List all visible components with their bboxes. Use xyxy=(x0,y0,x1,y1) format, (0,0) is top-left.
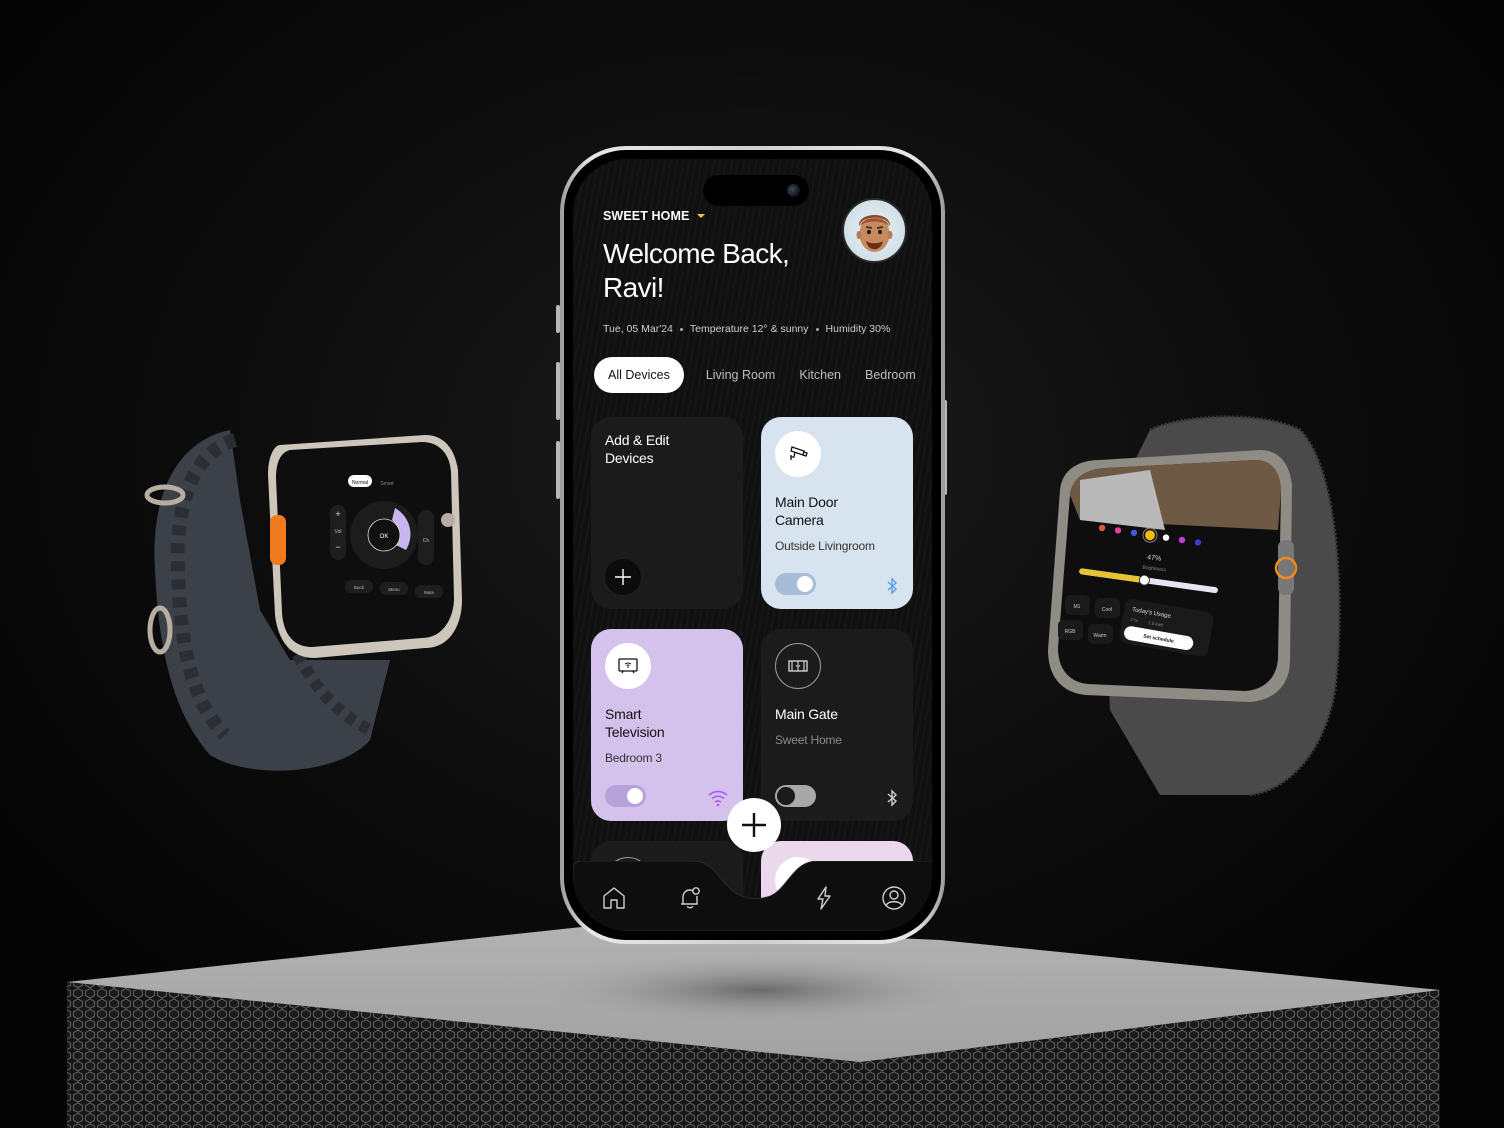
mode-normal-label: Normal xyxy=(352,480,368,486)
device-power-toggle[interactable] xyxy=(775,785,816,807)
device-power-toggle[interactable] xyxy=(605,785,646,807)
color-swatch[interactable] xyxy=(1162,534,1170,541)
preset-m1: M1 xyxy=(1074,604,1081,610)
welcome-line-2: Ravi! xyxy=(603,272,664,303)
avatar[interactable] xyxy=(842,198,907,263)
card-title: Add & Edit Devices xyxy=(605,432,670,466)
home-selector-label: SWEET HOME xyxy=(603,209,690,223)
front-camera xyxy=(787,184,800,197)
device-name: Smart Television xyxy=(605,706,665,740)
dynamic-island xyxy=(703,175,809,206)
notification-bell-icon xyxy=(681,887,700,909)
device-location: Bedroom 3 xyxy=(605,751,662,765)
welcome-heading: Welcome Back, Ravi! xyxy=(603,237,790,305)
watch-right-light-control: 47% Brightness M1 Cool RGB Warm Today's … xyxy=(1048,415,1341,797)
color-swatch[interactable] xyxy=(1098,524,1106,532)
date-text: Tue, 05 Mar'24 xyxy=(603,323,673,335)
nav-home[interactable] xyxy=(601,885,627,916)
wifi-icon xyxy=(708,790,728,807)
plus-icon xyxy=(742,813,766,837)
cctv-camera-icon xyxy=(790,446,808,460)
add-edit-devices-card[interactable]: Add & Edit Devices xyxy=(591,417,743,609)
phone-screen: SWEET HOME Welcome Back, Ravi! Tue, 05 M… xyxy=(573,159,932,931)
device-icon-wrap xyxy=(605,643,651,689)
separator-dot xyxy=(815,327,819,331)
pedestal-front-left xyxy=(67,982,860,1128)
bluetooth-icon xyxy=(887,577,898,595)
device-card-main-gate[interactable]: Main Gate Sweet Home xyxy=(761,629,913,821)
vol-label: Vol xyxy=(335,529,342,535)
smart-tv-icon xyxy=(618,658,638,674)
preset-cool: Cool xyxy=(1102,607,1112,613)
mute-label: Mute xyxy=(424,590,435,595)
temperature-text: Temperature 12° & sunny xyxy=(689,323,809,335)
add-device-button[interactable] xyxy=(605,559,641,595)
device-name: Main Door Camera xyxy=(775,494,838,528)
nav-notifications[interactable] xyxy=(677,885,703,916)
device-icon-wrap xyxy=(775,643,821,689)
humidity-text: Humidity 30% xyxy=(825,323,891,335)
phone: SWEET HOME Welcome Back, Ravi! Tue, 05 M… xyxy=(560,146,945,944)
avatar-memoji-icon xyxy=(856,215,893,252)
home-selector[interactable]: SWEET HOME xyxy=(603,209,706,223)
preset-rgb: RGB xyxy=(1065,629,1077,635)
color-swatch[interactable] xyxy=(1194,539,1202,546)
back-label: Back xyxy=(354,585,365,590)
tab-living-room[interactable]: Living Room xyxy=(694,358,787,392)
welcome-line-1: Welcome Back, xyxy=(603,238,790,269)
device-name: Main Gate xyxy=(775,706,838,722)
home-icon xyxy=(603,887,625,909)
room-tabs: All Devices Living Room Kitchen Bedroom xyxy=(594,357,928,393)
tab-bedroom[interactable]: Bedroom xyxy=(853,358,928,392)
svg-text:−: − xyxy=(335,542,340,552)
color-swatch[interactable] xyxy=(1130,529,1138,536)
chevron-down-icon xyxy=(697,214,706,218)
nav-energy[interactable] xyxy=(811,885,837,916)
profile-icon xyxy=(882,886,906,910)
bluetooth-icon xyxy=(887,789,898,807)
ch-label: Ch xyxy=(423,538,430,544)
color-swatch[interactable] xyxy=(1145,530,1155,541)
ok-label: OK xyxy=(380,534,389,540)
device-card-main-door-camera[interactable]: Main Door Camera Outside Livingroom xyxy=(761,417,913,609)
pedestal-front-right xyxy=(860,990,1440,1128)
color-swatch[interactable] xyxy=(1178,536,1186,544)
status-line: Tue, 05 Mar'24 Temperature 12° & sunny H… xyxy=(603,323,890,335)
brightness-value: 47% xyxy=(1147,554,1162,562)
tab-all-devices[interactable]: All Devices xyxy=(594,357,684,393)
bottom-navigation xyxy=(573,798,932,931)
plus-icon xyxy=(615,569,631,585)
device-power-toggle[interactable] xyxy=(775,573,816,595)
tab-kitchen[interactable]: Kitchen xyxy=(787,358,853,392)
device-card-smart-television[interactable]: Smart Television Bedroom 3 xyxy=(591,629,743,821)
pedestal-top xyxy=(67,925,1440,1062)
menu-label: Menu xyxy=(388,587,400,592)
device-location: Sweet Home xyxy=(775,733,842,747)
device-icon-wrap xyxy=(775,431,821,477)
nav-profile[interactable] xyxy=(881,885,907,916)
svg-text:+: + xyxy=(335,509,340,519)
gate-icon xyxy=(788,660,808,672)
mode-smart-label: Smart xyxy=(380,481,394,487)
watch-left-remote: Normal Smart + Vol − OK Ch Back Menu Mut… xyxy=(144,430,462,771)
energy-bolt-icon xyxy=(817,886,831,910)
separator-dot xyxy=(679,327,683,331)
add-fab-button[interactable] xyxy=(727,798,781,852)
device-location: Outside Livingroom xyxy=(775,539,875,553)
preset-warm: Warm xyxy=(1093,633,1106,639)
color-swatch[interactable] xyxy=(1114,527,1122,534)
